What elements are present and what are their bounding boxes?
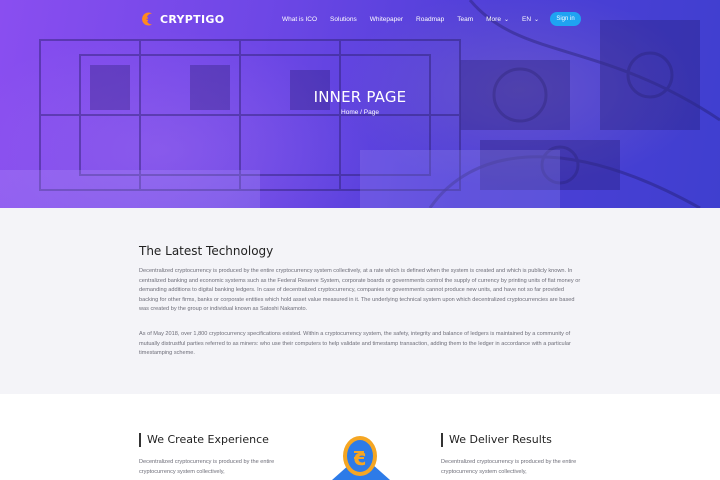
nav-item-roadmap[interactable]: Roadmap bbox=[416, 16, 444, 23]
brand-logo[interactable]: CRYPTIGO bbox=[140, 10, 224, 28]
section-paragraph-1: Decentralized cryptocurrency is produced… bbox=[139, 268, 581, 313]
hero-banner: CRYPTIGO What is ICO Solutions Whitepape… bbox=[0, 0, 720, 208]
breadcrumb: Home / Page bbox=[0, 109, 720, 116]
section-heading: The Latest Technology bbox=[139, 244, 274, 258]
brand-name: CRYPTIGO bbox=[160, 12, 225, 26]
latest-technology-section: The Latest Technology Decentralized cryp… bbox=[0, 208, 720, 394]
crescent-logo-icon bbox=[142, 12, 152, 26]
nav-more-label: More bbox=[486, 15, 501, 23]
breadcrumb-separator: / bbox=[360, 109, 362, 116]
features-section: We Create Experience Decentralized crypt… bbox=[0, 394, 720, 480]
nav-item-what-is-ico[interactable]: What is ICO bbox=[282, 16, 317, 23]
breadcrumb-home[interactable]: Home bbox=[341, 109, 358, 116]
section-paragraph-2: As of May 2018, over 1,800 cryptocurrenc… bbox=[139, 331, 571, 357]
breadcrumb-current: Page bbox=[363, 109, 379, 116]
language-selector[interactable]: EN ⌄ bbox=[522, 16, 539, 23]
nav-item-solutions[interactable]: Solutions bbox=[330, 16, 357, 23]
nav-item-more[interactable]: More ⌄ bbox=[486, 16, 509, 23]
nav-item-whitepaper[interactable]: Whitepaper bbox=[370, 16, 403, 23]
nav-item-team[interactable]: Team bbox=[457, 16, 473, 23]
feature-title-experience: We Create Experience bbox=[139, 433, 269, 447]
feature-title-results: We Deliver Results bbox=[441, 433, 552, 447]
feature-text-experience: Decentralized cryptocurrency is produced… bbox=[139, 459, 275, 475]
main-nav: What is ICO Solutions Whitepaper Roadmap… bbox=[282, 12, 552, 26]
chevron-down-icon: ⌄ bbox=[503, 16, 509, 23]
chevron-down-icon: ⌄ bbox=[534, 16, 540, 23]
page-title: INNER PAGE bbox=[313, 88, 407, 106]
feature-text-results: Decentralized cryptocurrency is produced… bbox=[441, 459, 577, 475]
coin-illustration: c bbox=[332, 436, 390, 480]
language-label: EN bbox=[521, 15, 532, 23]
signin-button[interactable]: Sign in bbox=[550, 12, 581, 26]
